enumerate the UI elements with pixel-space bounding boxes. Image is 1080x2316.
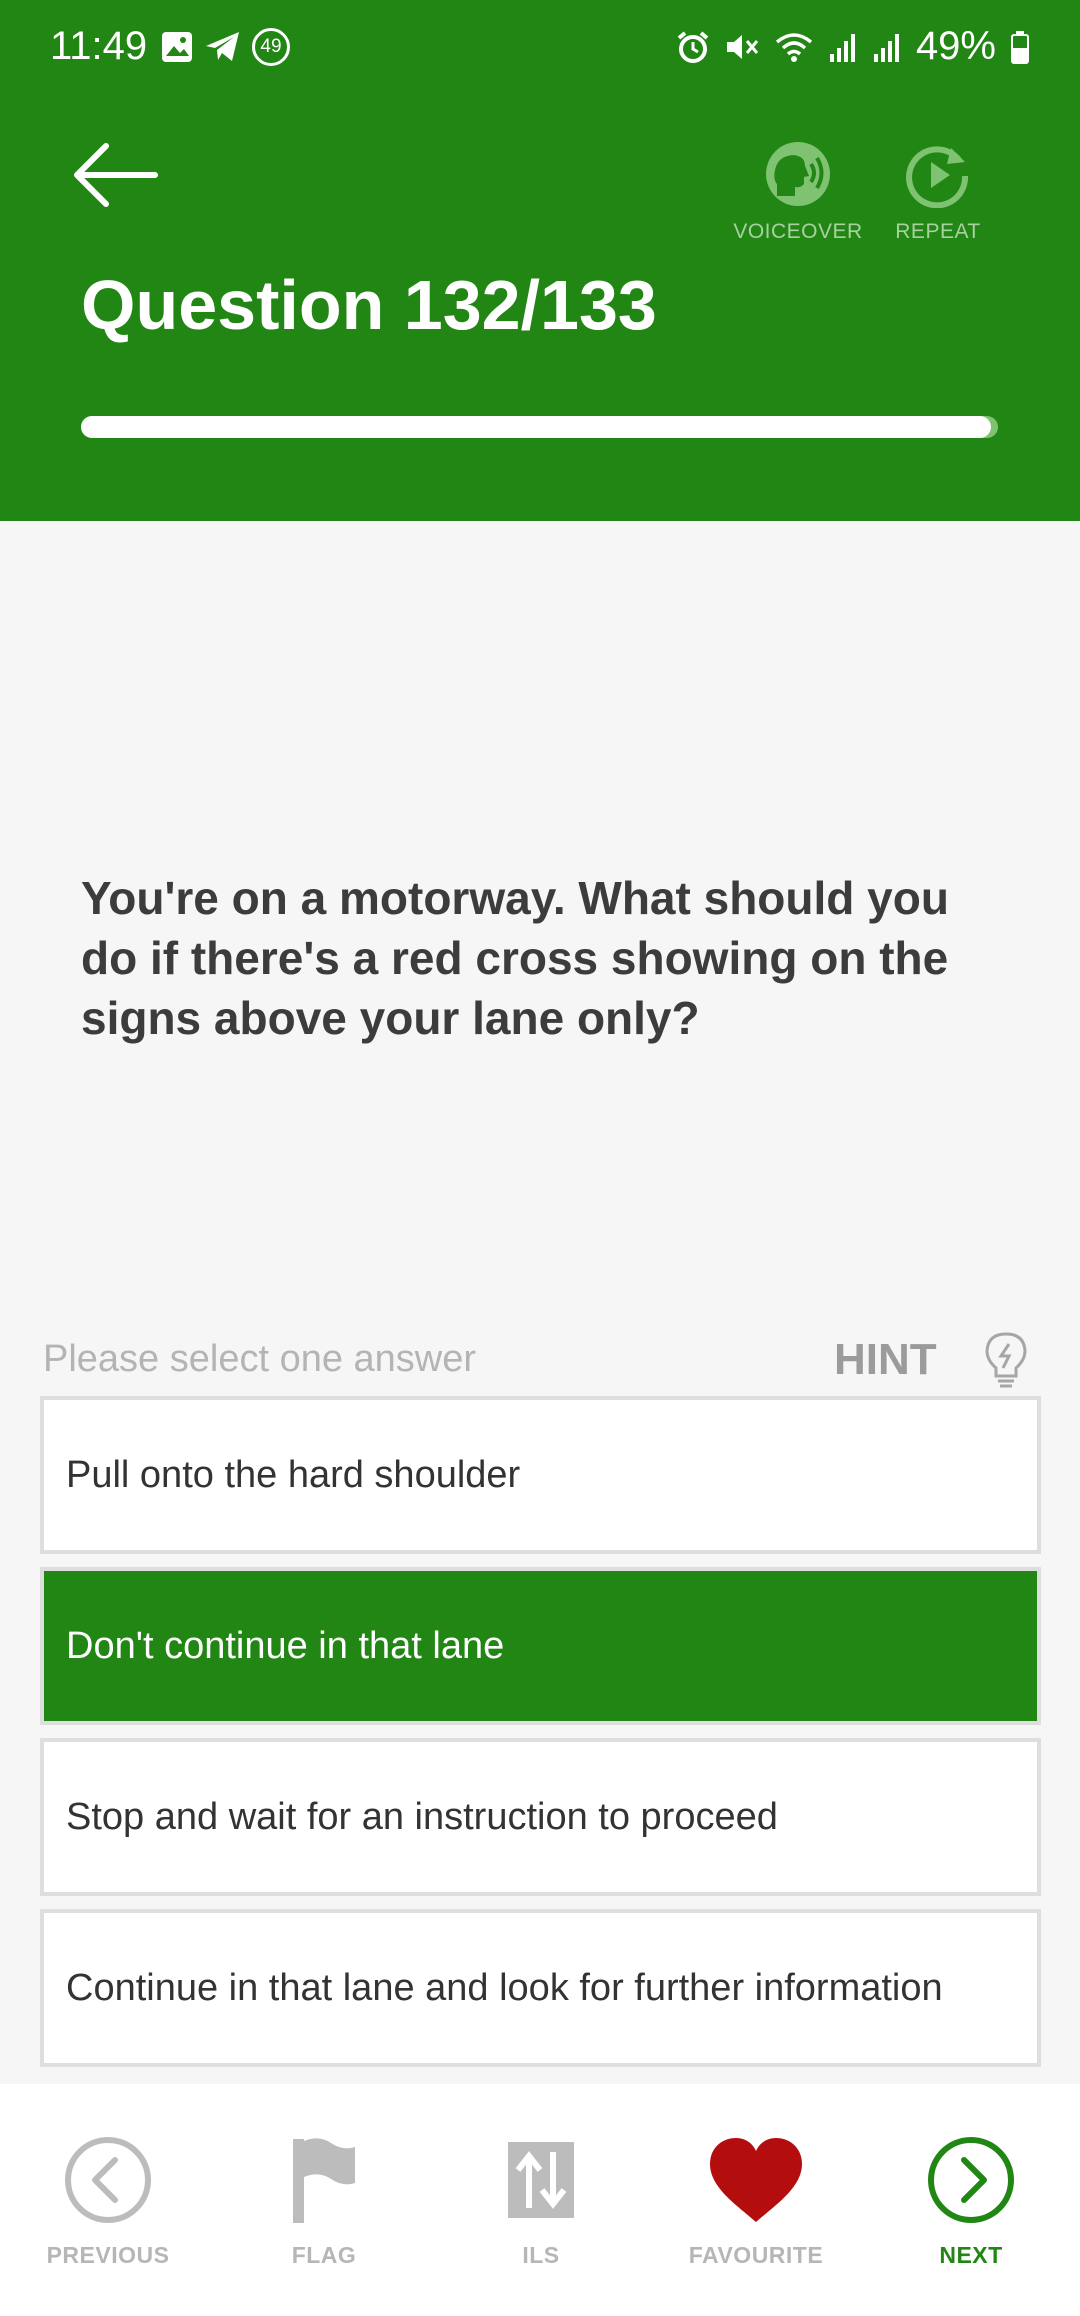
answer-option-2[interactable]: Don't continue in that lane: [40, 1567, 1041, 1725]
progress-fill: [81, 416, 991, 438]
voiceover-button[interactable]: VOICEOVER: [718, 140, 878, 244]
notification-count-badge: 49: [252, 28, 290, 66]
next-label: NEXT: [939, 2242, 1003, 2268]
speaking-head-icon: [766, 142, 830, 206]
voiceover-label: VOICEOVER: [733, 220, 863, 243]
repeat-label: REPEAT: [895, 220, 981, 243]
flag-label: FLAG: [291, 2242, 357, 2268]
sort-arrows-icon: [508, 2142, 574, 2218]
chevron-left-circle-icon: [65, 2137, 151, 2223]
ils-button[interactable]: ILS: [441, 2134, 641, 2269]
alarm-icon: [677, 30, 709, 63]
heart-icon: [710, 2138, 802, 2222]
answer-option-4[interactable]: Continue in that lane and look for furth…: [40, 1909, 1041, 2067]
status-time: 11:49: [50, 24, 148, 68]
mute-icon: [726, 34, 759, 59]
hint-button[interactable]: HINT: [834, 1335, 937, 1385]
status-bar: 11:49 49 49%: [0, 0, 1080, 96]
flag-icon: [293, 2138, 355, 2223]
favourite-label: FAVOURITE: [688, 2242, 824, 2268]
gallery-icon: [162, 32, 192, 62]
arrow-left-icon: [74, 143, 158, 207]
chevron-right-circle-icon: [928, 2137, 1014, 2223]
status-icons: 49%: [676, 24, 1030, 69]
battery-icon: [1011, 30, 1029, 64]
bottom-nav: PREVIOUS FLAG ILS FAVOURITE NEXT: [0, 2084, 1080, 2316]
next-button[interactable]: NEXT: [871, 2134, 1071, 2269]
page-title: Question 132/133: [81, 266, 657, 344]
favourite-button[interactable]: FAVOURITE: [656, 2134, 856, 2269]
question-text: You're on a motorway. What should you do…: [81, 872, 949, 1044]
previous-button[interactable]: PREVIOUS: [8, 2134, 208, 2269]
answer-option-1[interactable]: Pull onto the hard shoulder: [40, 1396, 1041, 1554]
answer-option-3[interactable]: Stop and wait for an instruction to proc…: [40, 1738, 1041, 1896]
replay-icon: [906, 146, 969, 208]
lightbulb-icon[interactable]: [982, 1330, 1030, 1390]
signal-icon: [829, 33, 855, 62]
back-button[interactable]: [70, 140, 170, 220]
wifi-icon: [775, 32, 813, 62]
header: 11:49 49 49% VOICEOVER REPEAT Question 1…: [0, 0, 1080, 521]
progress-bar: [81, 416, 998, 438]
previous-label: PREVIOUS: [46, 2242, 170, 2268]
repeat-button[interactable]: REPEAT: [858, 140, 1018, 244]
ils-label: ILS: [522, 2242, 560, 2268]
battery-percent: 49%: [915, 24, 996, 68]
answer-prompt: Please select one answer: [43, 1338, 477, 1380]
flag-button[interactable]: FLAG: [224, 2134, 424, 2269]
signal-icon-2: [873, 33, 899, 62]
telegram-icon: [206, 32, 239, 61]
